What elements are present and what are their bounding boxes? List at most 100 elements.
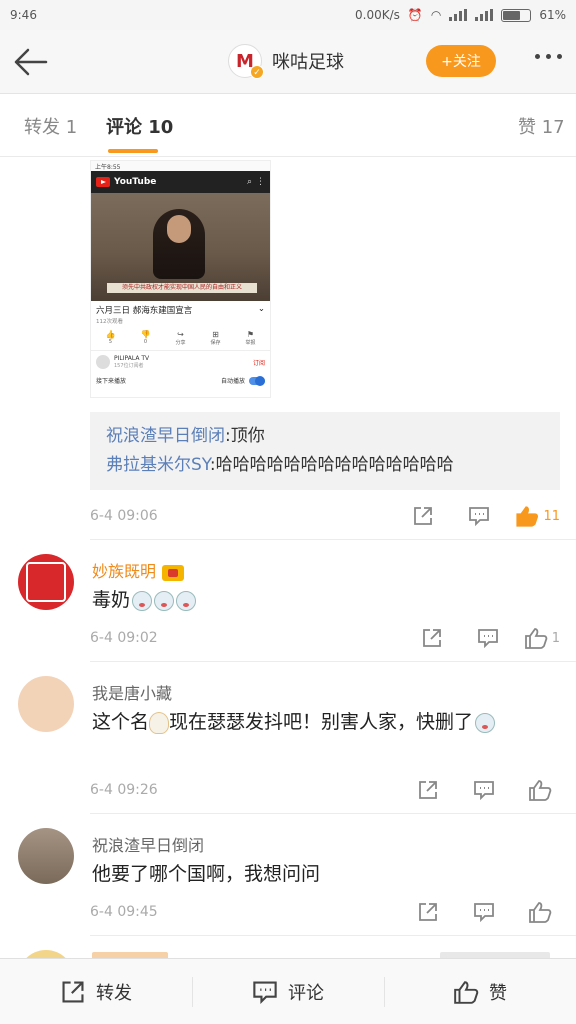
channel-name: PILIPALA TV: [114, 355, 150, 362]
tab-likes[interactable]: 赞 17: [518, 113, 565, 139]
avatar[interactable]: [18, 950, 74, 958]
divider: [90, 935, 576, 936]
signal-icon-2: [475, 9, 494, 21]
repost-button[interactable]: 转发: [0, 959, 192, 1024]
video-title: 六月三日 郝海东建国宣言: [96, 306, 193, 316]
follow-button[interactable]: +关注: [426, 45, 496, 77]
bottom-action-bar: 转发 评论 赞: [0, 958, 576, 1024]
network-speed: 0.00K/s: [355, 8, 400, 22]
more-options-icon[interactable]: [535, 54, 562, 59]
comment-list[interactable]: 上午8:55 YouTube ⌕ ⋮ 须先中共政权才能实现中国人民的自由和正义 …: [0, 158, 576, 958]
up-next-label: 接下来播放: [96, 378, 127, 385]
comment-username[interactable]: 妙族既明: [92, 558, 185, 582]
save-icon: ⊞: [212, 330, 219, 339]
status-time: 9:46: [10, 8, 37, 22]
reply-username[interactable]: 祝浪渣早日倒闭: [106, 426, 225, 446]
wifi-icon: ◠: [430, 8, 442, 22]
divider: [90, 539, 576, 540]
avatar[interactable]: [18, 828, 74, 884]
scared-emoji-icon: [176, 590, 197, 611]
comment-username[interactable]: 我是唐小藏: [92, 680, 172, 704]
repost-icon[interactable]: [412, 624, 452, 652]
account-avatar[interactable]: M ✓: [228, 44, 264, 79]
like-button[interactable]: 赞: [384, 959, 576, 1024]
repost-icon[interactable]: [408, 776, 448, 804]
thumbs-up-icon: [529, 780, 552, 801]
comment-text-content-2: 现在瑟瑟发抖吧！别害人家，快删了: [169, 711, 474, 733]
subscribe-label: 订阅: [252, 359, 265, 367]
like-button[interactable]: 1: [524, 624, 560, 652]
battery-icon: [501, 8, 532, 22]
avatar[interactable]: [18, 676, 74, 732]
reply-username[interactable]: 弗拉基米尔SY: [106, 455, 210, 475]
vip-crown-icon: [162, 564, 185, 581]
comment-icon[interactable]: [464, 776, 504, 804]
like-button[interactable]: [520, 776, 560, 804]
like-button[interactable]: [520, 898, 560, 926]
video-frame: 须先中共政权才能实现中国人民的自由和正义: [91, 193, 270, 301]
comment-image[interactable]: 上午8:55 YouTube ⌕ ⋮ 须先中共政权才能实现中国人民的自由和正义 …: [90, 160, 271, 398]
comment-button[interactable]: 评论: [192, 959, 384, 1024]
comment-text: 他要了哪个国啊，我想问问: [92, 863, 321, 885]
comment-icon[interactable]: [468, 624, 508, 652]
comment-label: 评论: [288, 982, 324, 1004]
reply-item: 弗拉基米尔SY:哈哈哈哈哈哈哈哈哈哈哈哈哈哈: [106, 451, 544, 480]
comment-icon: [253, 980, 277, 1004]
repost-icon[interactable]: [403, 502, 443, 530]
comment-icon[interactable]: [459, 502, 499, 530]
video-banner: 须先中共政权才能实现中国人民的自由和正义: [107, 283, 257, 293]
comment-text-content: 这个名: [92, 711, 150, 733]
repost-icon[interactable]: [408, 898, 448, 926]
like-label: 赞: [489, 982, 507, 1004]
reply-text: :哈哈哈哈哈哈哈哈哈哈哈哈哈哈: [209, 455, 454, 475]
image-status-time: 上午8:55: [91, 161, 270, 171]
tab-comments[interactable]: 评论 10: [106, 113, 173, 139]
title-bar: M ✓ 咪咕足球 +关注: [0, 30, 576, 94]
thumbs-up-icon: 👍: [105, 330, 116, 339]
comment-time: 6-4 09:45: [90, 904, 158, 920]
comment-text: 毒奶: [92, 584, 542, 616]
reply-preview[interactable]: 祝浪渣早日倒闭:顶你 弗拉基米尔SY:哈哈哈哈哈哈哈哈哈哈哈哈哈哈: [90, 412, 560, 490]
scared-emoji-icon: [154, 590, 175, 611]
video-share-label: 分享: [175, 340, 186, 346]
comment-username[interactable]: 祝浪渣早日倒闭: [92, 832, 204, 856]
share-icon: ↪: [177, 330, 184, 339]
scared-emoji-icon: [132, 590, 153, 611]
chicken-emoji-icon: [149, 711, 170, 734]
like-count: 11: [543, 508, 560, 524]
screen: 9:46 0.00K/s ⏰ ◠ 61% M ✓ 咪咕足球 +关注 转发 1 评…: [0, 0, 576, 1024]
like-button[interactable]: 11: [515, 502, 560, 530]
video-dislike-count: 0: [143, 339, 148, 345]
comment-meta: 6-4 09:06 11: [90, 502, 560, 530]
comment-text: 这个名 现在瑟瑟发抖吧！别害人家，快删了: [92, 706, 542, 738]
like-count: 1: [551, 630, 560, 646]
divider: [90, 661, 576, 662]
comment-username-text: 妙族既明: [92, 562, 157, 581]
comment-time: 6-4 09:26: [90, 782, 158, 798]
thumbs-up-icon: [516, 506, 539, 527]
reply-text: :顶你: [225, 426, 265, 446]
flag-icon: ⚑: [246, 330, 255, 339]
video-report-label: 举报: [245, 340, 256, 346]
autoplay-label: 自动播放: [220, 378, 245, 385]
page-title: 咪咕足球: [272, 52, 344, 73]
search-icon: ⌕: [246, 177, 252, 187]
back-arrow-icon[interactable]: [10, 42, 52, 82]
scared-emoji-icon: [475, 712, 496, 733]
comment-meta: 6-4 09:02 1: [90, 624, 560, 652]
thumbs-up-icon: [529, 902, 552, 923]
video-save-label: 保存: [210, 340, 221, 346]
comment-meta: 6-4 09:26: [90, 776, 560, 804]
comment-icon[interactable]: [464, 898, 504, 926]
menu-dots-icon: ⋮: [256, 177, 265, 187]
divider: [90, 813, 576, 814]
video-actions: 👍 5 👎 0 ↪ 分享 ⊞ 保存 ⚑ 举报: [91, 326, 270, 350]
alarm-icon: ⏰: [407, 8, 423, 22]
thumbs-down-icon: 👎: [140, 330, 151, 339]
tab-repost[interactable]: 转发 1: [24, 113, 77, 139]
reply-item: 祝浪渣早日倒闭:顶你: [106, 422, 544, 451]
avatar[interactable]: [18, 554, 74, 610]
autoplay-toggle-icon: [249, 375, 265, 386]
video-like-count: 5: [108, 339, 113, 345]
video-views: 112次观看: [96, 319, 123, 325]
